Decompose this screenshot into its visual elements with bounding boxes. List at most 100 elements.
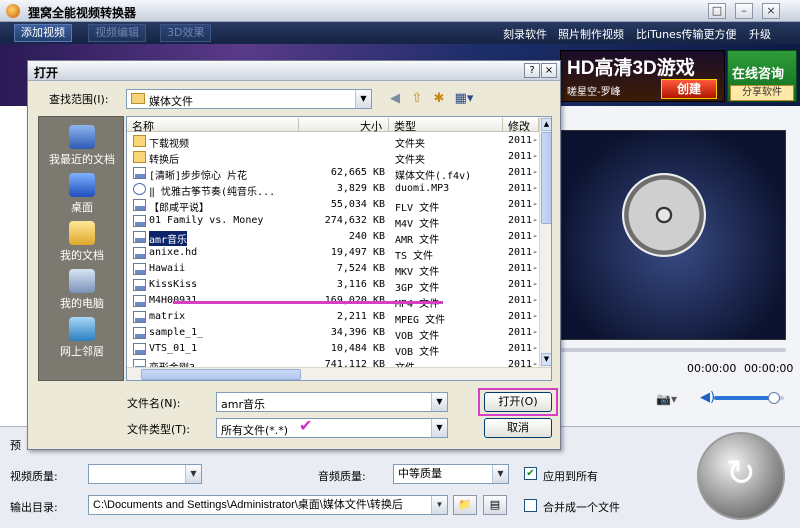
file-modified: 2011- xyxy=(508,247,539,258)
file-row[interactable]: 转换后 文件夹 2011- xyxy=(127,149,539,166)
horizontal-scroll-thumb[interactable] xyxy=(141,369,301,380)
audio-quality-label: 音频质量: xyxy=(318,470,366,483)
file-size: 7,524 KB xyxy=(336,263,385,274)
file-type: 3GP 文件 xyxy=(395,283,440,294)
file-name: 【郎咸平说】 xyxy=(149,203,209,214)
share-software-button[interactable]: 分享软件 xyxy=(730,85,794,101)
column-name[interactable]: 名称 xyxy=(127,118,299,133)
file-icon xyxy=(133,327,146,339)
add-video-button[interactable]: 添加视频 xyxy=(14,24,72,42)
file-icon xyxy=(133,295,146,307)
recent-documents-icon xyxy=(69,125,95,149)
file-row[interactable]: 下载视频 文件夹 2011- xyxy=(127,133,539,150)
file-modified: 2011- xyxy=(508,343,539,354)
snapshot-camera-icon[interactable]: 📷▾ xyxy=(656,392,677,406)
file-name: 下载视频 xyxy=(149,139,189,150)
up-folder-icon[interactable]: ⇧ xyxy=(408,90,426,108)
chevron-down-icon[interactable]: ▼ xyxy=(185,465,201,483)
output-dir-select[interactable]: C:\Documents and Settings\Administrator\… xyxy=(88,495,448,515)
folder-icon xyxy=(133,135,146,147)
game-ad-create-button[interactable]: 创建 xyxy=(661,79,717,99)
convert-button[interactable]: ↻ xyxy=(697,432,785,520)
audio-quality-select[interactable]: 中等质量 ▼ xyxy=(393,464,509,484)
file-modified: 2011- xyxy=(508,311,539,322)
column-size[interactable]: 大小 xyxy=(299,118,389,133)
vertical-scroll-thumb[interactable] xyxy=(541,132,551,224)
file-row[interactable]: KissKiss 3,116 KB 3GP 文件 2011- xyxy=(127,277,539,294)
file-row[interactable]: 01 Family vs. Money 274,632 KB M4V 文件 2011- xyxy=(127,213,539,230)
online-consult[interactable]: 在线咨询 分享软件 xyxy=(727,50,797,102)
video-quality-select[interactable]: ▼ xyxy=(88,464,202,484)
file-name: ‖ 忧雅古筝节奏(纯音乐... xyxy=(149,187,276,198)
volume-icon[interactable]: ◀) xyxy=(700,390,715,405)
chevron-down-icon[interactable]: ▼ xyxy=(431,496,447,514)
apply-all-checkbox[interactable]: ✔ xyxy=(524,467,537,480)
chevron-down-icon[interactable]: ▼ xyxy=(431,419,447,437)
file-row[interactable]: sample_1_ 34,396 KB VOB 文件 2011- xyxy=(127,325,539,342)
filename-input[interactable]: amr音乐 ▼ xyxy=(216,392,448,412)
place-label: 我的文档 xyxy=(60,249,104,262)
upgrade-link[interactable]: 升级 xyxy=(749,26,771,42)
new-folder-icon[interactable]: ✱ xyxy=(430,90,448,108)
file-name: matrix xyxy=(149,311,186,322)
horizontal-scrollbar[interactable] xyxy=(127,367,551,380)
photo-video-link[interactable]: 照片制作视频 xyxy=(558,26,624,42)
file-row[interactable]: 【郎咸平说】 55,034 KB FLV 文件 2011- xyxy=(127,197,539,214)
seek-bar[interactable] xyxy=(561,348,786,352)
game-ad[interactable]: HD高清3D游戏 嗟星空-罗峰 创建 xyxy=(560,50,725,102)
annotation-checkmark-icon: ✔ xyxy=(299,416,313,435)
file-row[interactable]: [清晰]步步惊心 片花 62,665 KB 媒体文件(.f4v) 2011- xyxy=(127,165,539,182)
video-preview xyxy=(561,130,786,340)
look-in-select[interactable]: 媒体文件 ▼ xyxy=(126,89,372,109)
place-desktop[interactable]: 桌面 xyxy=(39,169,125,217)
file-row[interactable]: matrix 2,211 KB MPEG 文件 2011- xyxy=(127,309,539,326)
close-button[interactable]: × xyxy=(762,3,780,19)
column-type[interactable]: 类型 xyxy=(389,118,503,133)
filetype-select[interactable]: 所有文件(*.*) ▼ xyxy=(216,418,448,438)
chevron-down-icon[interactable]: ▼ xyxy=(492,465,508,483)
dialog-help-button[interactable]: ? xyxy=(524,63,540,78)
file-size: 3,829 KB xyxy=(336,183,385,194)
chevron-down-icon[interactable]: ▼ xyxy=(355,90,371,108)
restore-button[interactable]: □ xyxy=(708,3,726,19)
chevron-down-icon[interactable]: ▼ xyxy=(431,393,447,411)
scroll-up-icon[interactable]: ▲ xyxy=(541,118,551,131)
itunes-link[interactable]: 比iTunes传输更方便 xyxy=(636,26,737,42)
file-row[interactable]: ‖ 忧雅古筝节奏(纯音乐... 3,829 KB duomi.MP3 2011- xyxy=(127,181,539,198)
file-icon xyxy=(133,199,146,211)
place-my-computer[interactable]: 我的电脑 xyxy=(39,265,125,313)
cancel-button[interactable]: 取消 xyxy=(484,418,552,438)
volume-knob[interactable] xyxy=(767,392,780,404)
output-dir-label: 输出目录: xyxy=(10,501,58,514)
file-type: duomi.MP3 xyxy=(395,183,450,194)
file-name: [清晰]步步惊心 片花 xyxy=(149,171,248,182)
file-row[interactable]: Hawaii 7,524 KB MKV 文件 2011- xyxy=(127,261,539,278)
browse-folder-icon[interactable]: 📁 xyxy=(453,495,477,515)
place-network[interactable]: 网上邻居 xyxy=(39,313,125,361)
open-button[interactable]: 打开(O) xyxy=(484,392,552,412)
file-icon xyxy=(133,215,146,227)
file-modified: 2011- xyxy=(508,167,539,178)
file-row[interactable]: VTS_01_1 10,484 KB VOB 文件 2011- xyxy=(127,341,539,358)
vertical-scrollbar[interactable]: ▲ ▼ xyxy=(539,117,551,367)
effect-3d-button[interactable]: 3D效果 xyxy=(160,24,212,42)
video-edit-button[interactable]: 视频编辑 xyxy=(88,24,146,42)
burn-software-link[interactable]: 刻录软件 xyxy=(503,26,547,42)
dialog-close-button[interactable]: × xyxy=(541,63,557,78)
file-modified: 2011- xyxy=(508,263,539,274)
file-list[interactable]: 名称 大小 类型 修改 下载视频 文件夹 2011- 转换后 文件夹 2011- [清晰]步… xyxy=(126,116,552,381)
file-modified: 2011- xyxy=(508,199,539,210)
file-row[interactable]: amr音乐 240 KB AMR 文件 2011- xyxy=(127,229,539,246)
open-output-folder-icon[interactable]: ▤ xyxy=(483,495,507,515)
game-ad-title: HD高清3D游戏 xyxy=(567,58,695,79)
column-modified[interactable]: 修改 xyxy=(503,118,539,133)
minimize-button[interactable]: – xyxy=(735,3,753,19)
back-icon[interactable]: ◀ xyxy=(386,90,404,108)
place-my-documents[interactable]: 我的文档 xyxy=(39,217,125,265)
merge-checkbox[interactable] xyxy=(524,499,537,512)
scroll-down-icon[interactable]: ▼ xyxy=(541,353,551,366)
view-menu-icon[interactable]: ▦▾ xyxy=(452,90,476,108)
file-type: MKV 文件 xyxy=(395,267,440,278)
place-recent[interactable]: 我最近的文档 xyxy=(39,121,125,169)
file-row[interactable]: anixe.hd 19,497 KB TS 文件 2011- xyxy=(127,245,539,262)
